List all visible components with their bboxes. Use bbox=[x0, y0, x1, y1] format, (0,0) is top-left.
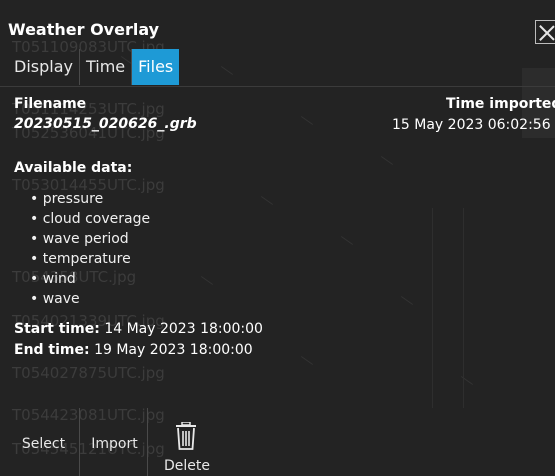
filename-label: Filename bbox=[14, 96, 87, 112]
delete-button[interactable]: Delete bbox=[150, 408, 224, 476]
list-item: wave period bbox=[30, 229, 150, 249]
list-item: wind bbox=[30, 269, 150, 289]
import-button[interactable]: Import bbox=[82, 408, 148, 476]
bg-file: T054027875UTC.jpg bbox=[12, 364, 165, 382]
time-imported-label: Time imported bbox=[446, 96, 555, 112]
wind-arrow bbox=[400, 296, 414, 305]
end-time-value: 19 May 2023 18:00:00 bbox=[94, 342, 253, 358]
wind-arrow bbox=[260, 196, 274, 205]
available-data-list: pressure cloud coverage wave period temp… bbox=[30, 189, 150, 309]
time-imported-value: 15 May 2023 06:02:56 bbox=[392, 117, 551, 133]
list-item: temperature bbox=[30, 249, 150, 269]
list-item: cloud coverage bbox=[30, 209, 150, 229]
window-titlebar: Weather Overlay bbox=[0, 12, 555, 48]
wind-arrow bbox=[340, 236, 354, 245]
end-time-label: End time: bbox=[14, 342, 90, 358]
start-time-value: 14 May 2023 18:00:00 bbox=[104, 321, 263, 337]
import-button-label: Import bbox=[91, 436, 138, 452]
select-button[interactable]: Select bbox=[8, 408, 80, 476]
list-item: pressure bbox=[30, 189, 150, 209]
tab-files[interactable]: Files bbox=[132, 49, 180, 85]
available-data-label: Available data: bbox=[14, 160, 133, 176]
wind-arrow bbox=[380, 156, 394, 165]
delete-button-label: Delete bbox=[164, 458, 210, 474]
tab-time[interactable]: Time bbox=[80, 49, 133, 85]
wind-arrow bbox=[220, 66, 234, 75]
list-item: wave bbox=[30, 289, 150, 309]
bottom-toolbar: Select Import Delete bbox=[0, 408, 555, 476]
wind-arrow bbox=[200, 276, 214, 285]
select-button-label: Select bbox=[21, 436, 66, 452]
background-panel-column bbox=[432, 208, 464, 408]
tab-display[interactable]: Display bbox=[8, 49, 80, 85]
close-icon[interactable] bbox=[535, 20, 555, 44]
start-time-label: Start time: bbox=[14, 321, 100, 337]
window-title: Weather Overlay bbox=[8, 20, 160, 39]
trash-icon bbox=[176, 422, 196, 450]
wind-arrow bbox=[300, 116, 314, 125]
wind-arrow bbox=[300, 356, 314, 365]
tab-bar: Display Time Files bbox=[8, 49, 180, 85]
start-time-row: Start time: 14 May 2023 18:00:00 bbox=[14, 321, 263, 337]
end-time-row: End time: 19 May 2023 18:00:00 bbox=[14, 342, 253, 358]
tab-divider bbox=[0, 86, 555, 87]
filename-value: 20230515_020626_.grb bbox=[14, 116, 197, 132]
